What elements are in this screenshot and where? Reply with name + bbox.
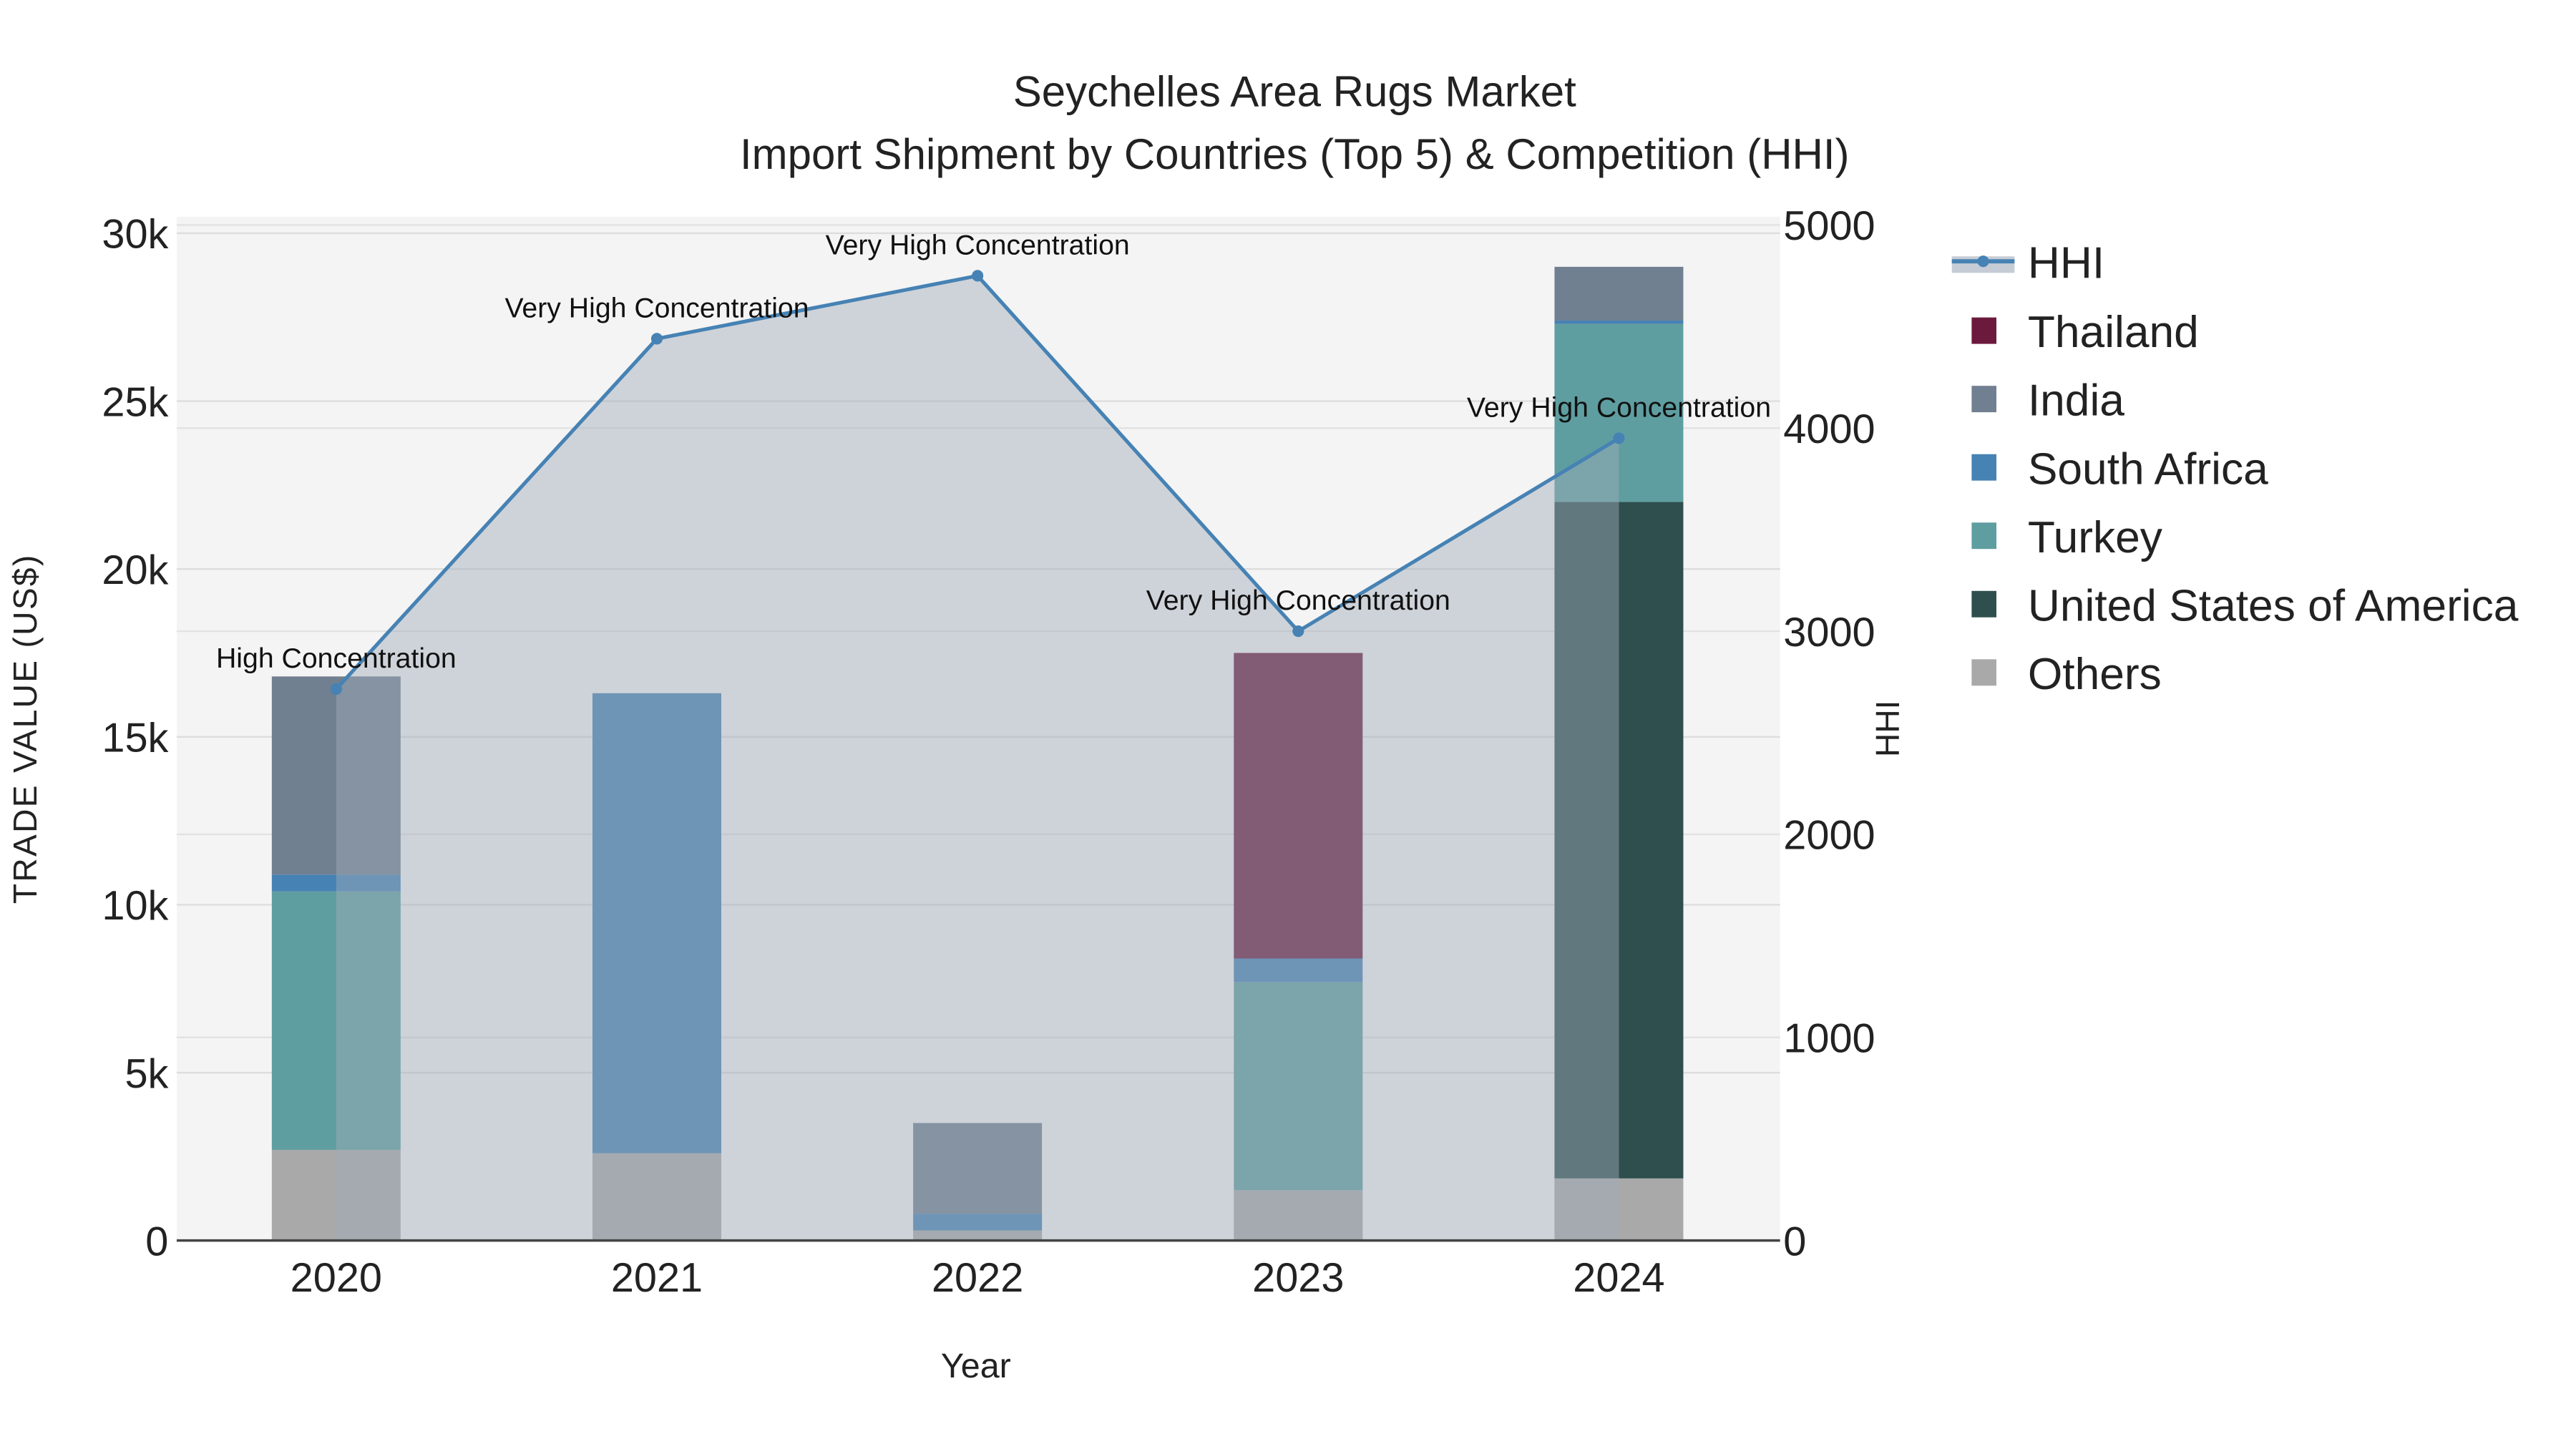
legend-swatch (1971, 317, 1996, 344)
hhi-point-2022 (972, 270, 984, 282)
x-tick-label: 2024 (1573, 1255, 1664, 1301)
legend-swatch (1971, 590, 1996, 618)
hhi-annotation: Very High Concentration (826, 229, 1130, 260)
y2-tick-label: 4000 (1783, 406, 1875, 452)
hhi-point-2024 (1613, 432, 1625, 444)
y2-tick-label: 3000 (1783, 610, 1875, 655)
x-axis-title: Year (941, 1347, 1011, 1385)
x-tick-label: 2020 (291, 1255, 382, 1301)
legend-item-united-states-of-america: United States of America (1971, 581, 2519, 630)
legend-label: South Africa (2028, 444, 2268, 494)
chart: Seychelles Area Rugs Market Import Shipm… (6, 67, 2519, 1385)
legend-item-others: Others (1971, 650, 2162, 699)
legend-marker-hhi (1977, 255, 1989, 268)
legend-label: Turkey (2028, 513, 2163, 562)
legend-label: United States of America (2028, 581, 2519, 630)
legend: HHI Thailand India South Africa Turkey United… (1951, 238, 2519, 699)
hhi-annotation: Very High Concentration (1467, 391, 1771, 423)
y2-tick-label: 2000 (1783, 813, 1875, 859)
legend-swatch (1971, 659, 1996, 686)
bar-india-2024 (1554, 266, 1684, 321)
legend-item-hhi: HHI (1951, 238, 2104, 288)
chart-title: Seychelles Area Rugs Market (1013, 67, 1576, 115)
y2-tick-label: 1000 (1783, 1016, 1875, 1062)
hhi-annotation: Very High Concentration (504, 292, 809, 323)
y-tick-label: 25k (102, 379, 168, 425)
y-tick-label: 10k (102, 883, 168, 929)
x-tick-label: 2023 (1252, 1255, 1344, 1301)
legend-label: Others (2028, 650, 2162, 699)
y-axis-title: TRADE VALUE (US$) (6, 553, 44, 904)
legend-swatch (1971, 522, 1996, 550)
y-tick-label: 20k (102, 547, 168, 593)
y2-axis-title: HHI (1869, 701, 1906, 757)
legend-item-thailand: Thailand (1971, 308, 2199, 357)
chart-subtitle: Import Shipment by Countries (Top 5) & C… (740, 130, 1850, 178)
hhi-annotation: High Concentration (216, 643, 457, 674)
y-tick-label: 15k (102, 716, 168, 761)
legend-swatch (1971, 386, 1996, 413)
y-tick-label: 0 (145, 1219, 168, 1264)
y-tick-label: 5k (125, 1051, 168, 1097)
hhi-point-2023 (1292, 625, 1304, 638)
legend-label: Thailand (2028, 308, 2199, 357)
legend-swatch (1971, 454, 1996, 481)
legend-label: India (2028, 376, 2124, 426)
legend-label: HHI (2028, 238, 2104, 288)
legend-item-india: India (1971, 376, 2124, 426)
hhi-point-2021 (650, 333, 663, 345)
hhi-point-2020 (330, 683, 342, 696)
y2-tick-label: 5000 (1783, 203, 1875, 249)
y2-tick-label: 0 (1783, 1219, 1806, 1264)
legend-item-turkey: Turkey (1971, 513, 2163, 562)
x-tick-label: 2022 (932, 1255, 1023, 1301)
bar-south-africa-2024 (1554, 320, 1684, 324)
x-tick-label: 2021 (611, 1255, 703, 1301)
legend-item-south-africa: South Africa (1971, 444, 2268, 494)
y-tick-label: 30k (102, 212, 168, 258)
hhi-annotation: Very High Concentration (1146, 585, 1450, 616)
